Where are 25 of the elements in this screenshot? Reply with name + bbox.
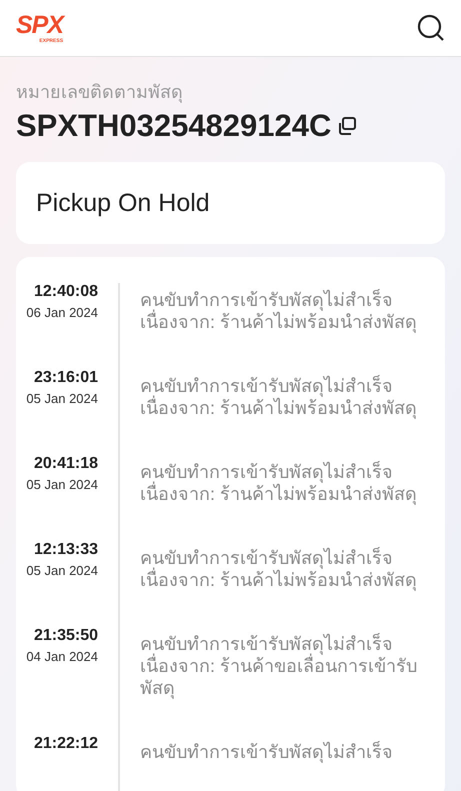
event-time: 12:13:33 [34,541,98,559]
event-description: คนขับทำการเข้ารับพัสดุไม่สำเร็จ เนื่องจาก: ร้านค้าขอเลื่อนการเข้ารับ พัสดุ [139,632,418,701]
tracking-number: SPXTH03254829124C [16,108,332,144]
event-time: 23:16:01 [34,369,98,387]
search-icon [417,14,445,42]
event-description: คนขับทำการเข้ารับพัสดุไม่สำเร็จ เนื่องจาก: ร้านค้าไม่พร้อมนำส่งพัสดุ [139,546,418,593]
tracking-label: หมายเลขติดตามพัสดุ [16,81,184,105]
search-button[interactable] [417,14,445,42]
event-time: 21:35:50 [34,627,98,645]
event-description: คนขับทำการเข้ารับพัสดุไม่สำเร็จ เนื่องจาก: ร้านค้าไม่พร้อมนำส่งพัสดุ [139,288,418,335]
event-date: 06 Jan 2024 [26,305,98,320]
copy-icon [337,116,358,136]
status-title: Pickup On Hold [36,188,210,218]
event-date: 05 Jan 2024 [26,477,98,492]
copy-button[interactable] [337,116,358,136]
event-date: 05 Jan 2024 [26,563,98,578]
event-time: 20:41:18 [34,455,98,473]
event-description: คนขับทำการเข้ารับพัสดุไม่สำเร็จ [139,740,394,765]
event-date: 05 Jan 2024 [26,391,98,406]
event-time: 12:40:08 [34,283,98,301]
event-description: คนขับทำการเข้ารับพัสดุไม่สำเร็จ เนื่องจาก: ร้านค้าไม่พร้อมนำส่งพัสดุ [139,460,418,507]
event-description: คนขับทำการเข้ารับพัสดุไม่สำเร็จ เนื่องจาก: ร้านค้าไม่พร้อมนำส่งพัสดุ [139,374,418,421]
event-date: 04 Jan 2024 [26,649,98,664]
event-time: 21:22:12 [34,735,98,753]
logo-mark: SPX [16,12,64,38]
